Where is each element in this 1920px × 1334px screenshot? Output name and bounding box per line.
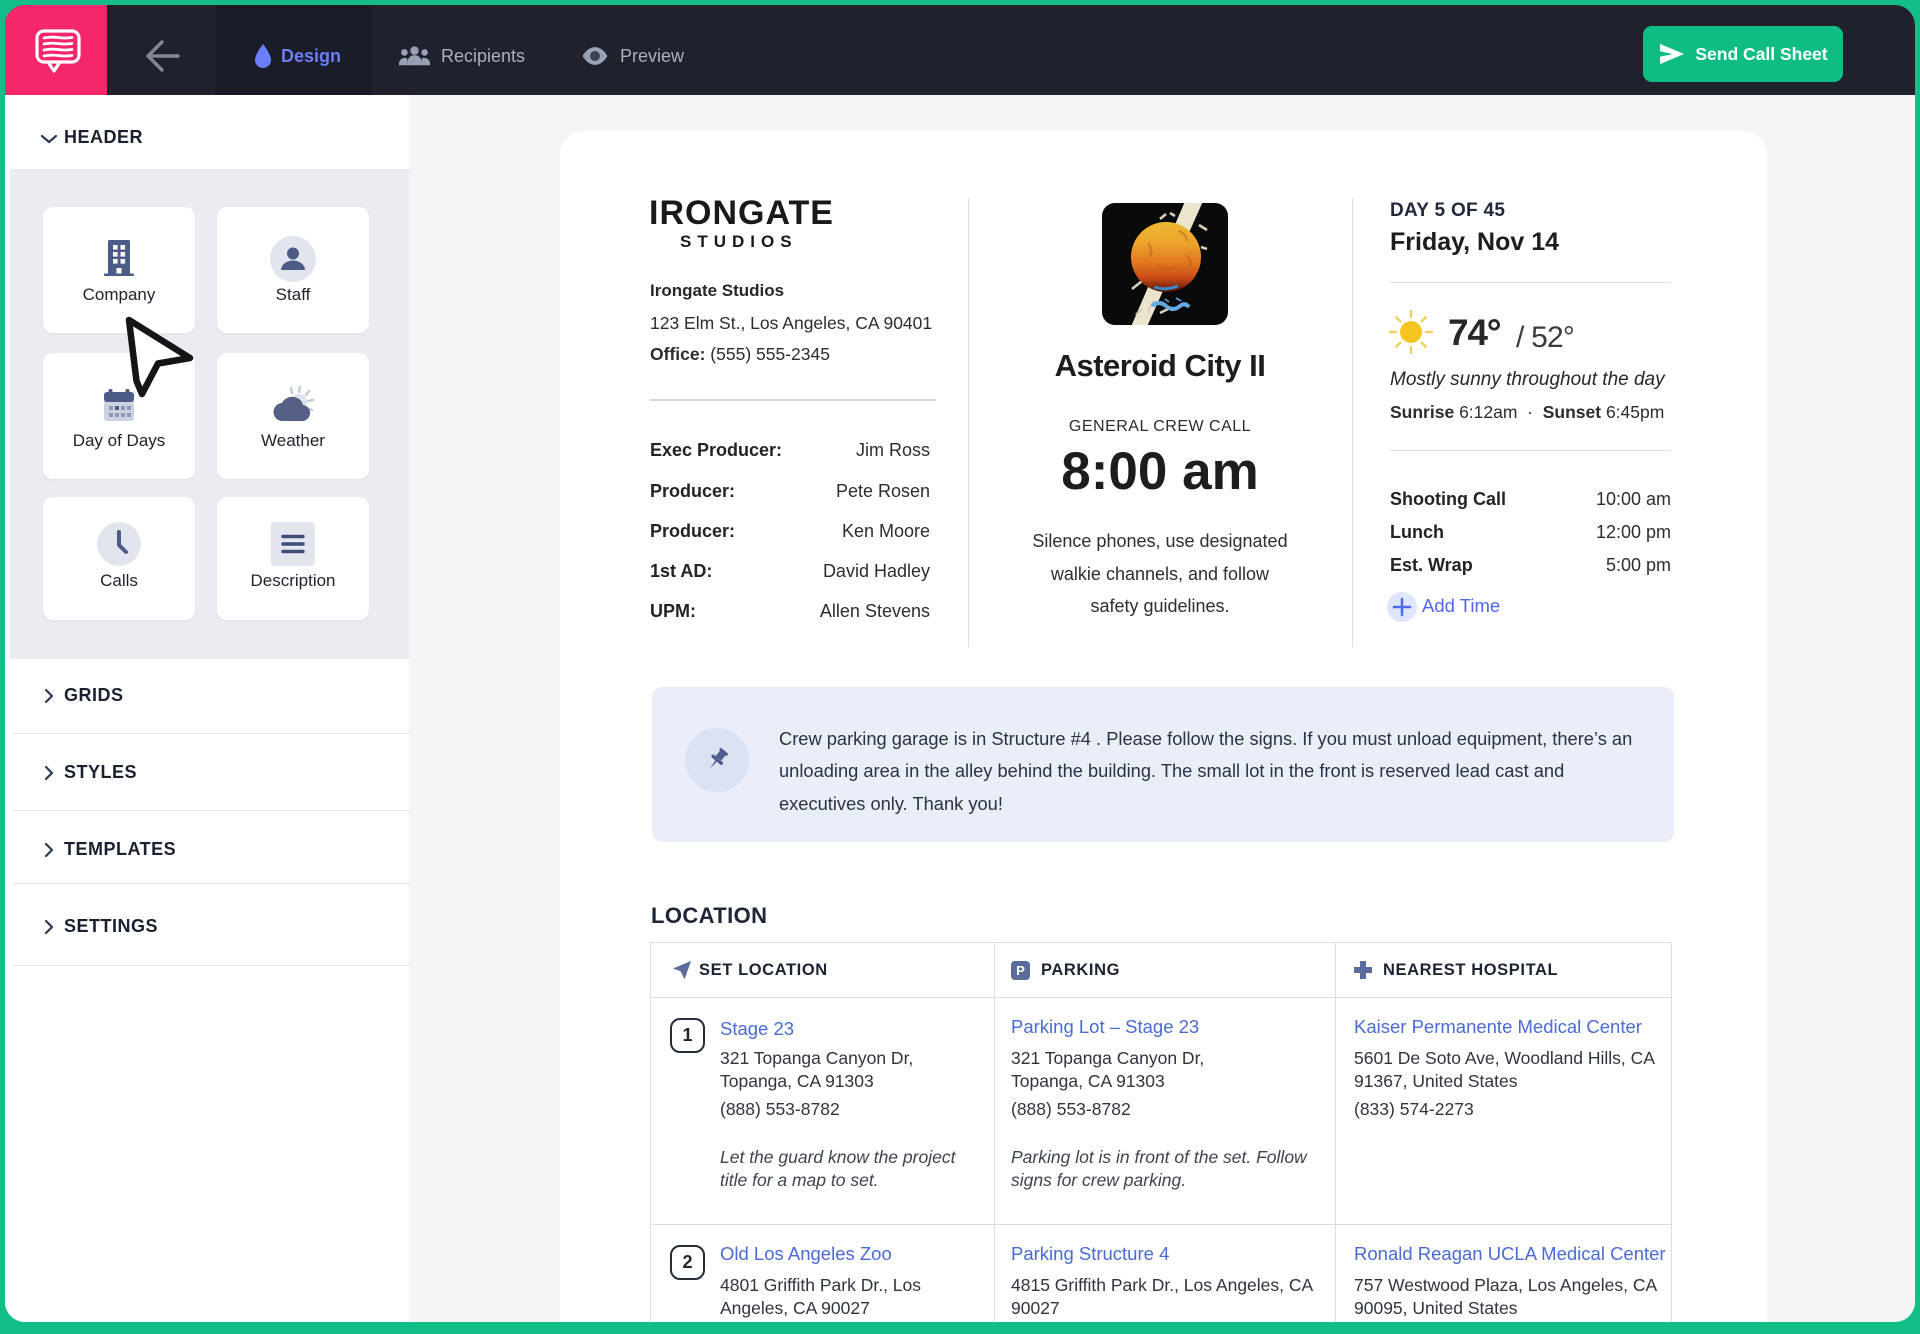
svg-text:P: P bbox=[1016, 963, 1025, 978]
